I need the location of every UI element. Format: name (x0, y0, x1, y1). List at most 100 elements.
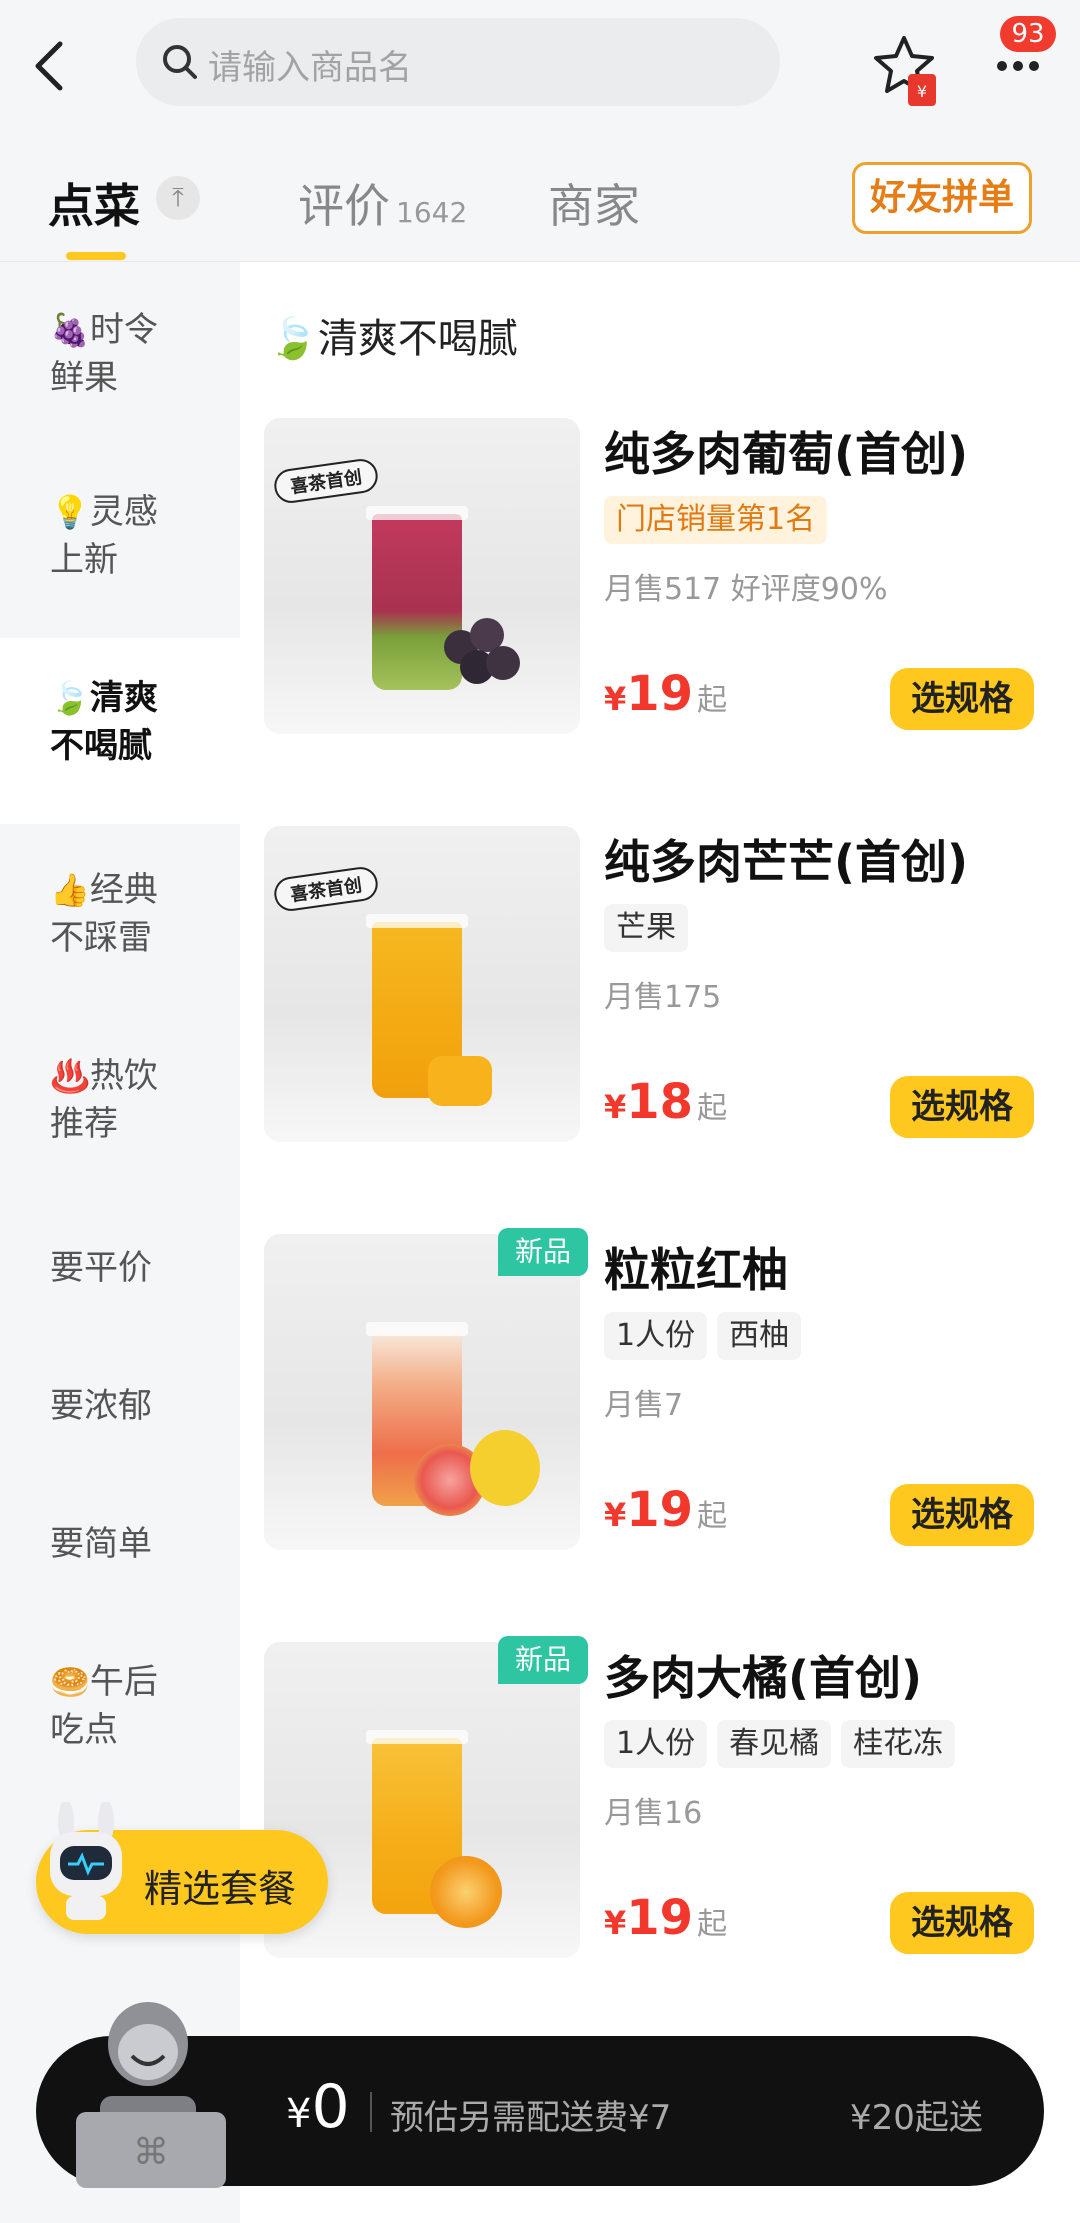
tab-order[interactable]: 点菜 (48, 170, 140, 236)
product-card[interactable]: 喜茶首创 纯多肉葡萄(首创) 门店销量第1名 月售517 好评度90% ¥19 起… (240, 418, 1080, 738)
sidebar-item-hot-drinks[interactable]: ♨️热饮 推荐 (0, 1052, 240, 1148)
product-tags: 芒果 (604, 904, 698, 952)
product-name: 粒粒红柚 (604, 1243, 788, 1297)
cart-total-value: 0 (311, 2072, 350, 2142)
sidebar-item-label: 经典 (89, 870, 158, 910)
sidebar-item-affordable[interactable]: 要平价 (0, 1244, 240, 1292)
grape (486, 646, 520, 680)
price-value: 19 (626, 666, 694, 722)
product-sales: 月售7 (604, 1388, 684, 1423)
product-card[interactable]: 新品 粒粒红柚 1人份 西柚 月售7 ¥19 起 选规格 (240, 1228, 1080, 1554)
message-count-badge: 93 (1000, 16, 1056, 52)
product-tag: 桂花冻 (841, 1720, 956, 1768)
sidebar-item-label: 推荐 (50, 1104, 118, 1144)
sidebar-item-label: 清爽 (89, 678, 158, 718)
sidebar-item-label: 灵感 (89, 492, 158, 532)
sidebar-item-new-ideas[interactable]: 💡灵感 上新 (0, 488, 240, 584)
grape-icon: 🍇 (50, 311, 90, 349)
sidebar-item-seasonal-fruit[interactable]: 🍇时令 鲜果 (0, 306, 240, 402)
sidebar-item-label: 要浓郁 (50, 1386, 152, 1426)
product-image[interactable]: 喜茶首创 (264, 418, 580, 734)
select-spec-button[interactable]: 选规格 (890, 1484, 1034, 1546)
price-currency: ¥ (604, 1088, 627, 1126)
product-image[interactable] (264, 1234, 580, 1550)
product-tag: 1人份 (604, 1312, 708, 1360)
sidebar-item-rich[interactable]: 要浓郁 (0, 1382, 240, 1430)
lightbulb-icon: 💡 (50, 493, 90, 531)
thumbs-up-icon: 👍 (50, 871, 90, 909)
back-arrow-icon[interactable] (24, 30, 74, 100)
origin-stamp: 喜茶首创 (272, 864, 380, 914)
product-card[interactable]: 新品 多肉大橘(首创) 1人份 春见橘 桂花冻 月售16 ¥19 起 选规格 (240, 1636, 1080, 1962)
sidebar-item-label: 要平价 (50, 1248, 152, 1288)
product-price: ¥19 起 (604, 1482, 727, 1538)
leaf-icon: 🍃 (268, 316, 318, 362)
tab-merchant[interactable]: 商家 (548, 170, 640, 236)
tab-merchant-label: 商家 (548, 179, 640, 233)
product-name: 多肉大橘(首创) (604, 1651, 923, 1705)
price-suffix: 起 (697, 683, 728, 718)
sidebar-item-afternoon-snack[interactable]: 🥯午后 吃点 (0, 1658, 240, 1754)
price-suffix: 起 (697, 1499, 728, 1534)
combo-set-button[interactable]: 精选套餐 (36, 1800, 328, 1934)
minimum-order: ¥20起送 (850, 2098, 983, 2138)
leaf-icon: 🍃 (50, 679, 90, 717)
pin-top-icon[interactable]: ⤒ (156, 176, 200, 220)
price-currency: ¥ (604, 680, 627, 718)
combo-label: 精选套餐 (144, 1867, 297, 1911)
price-value: 19 (626, 1482, 694, 1538)
select-spec-button[interactable]: 选规格 (890, 1892, 1034, 1954)
sidebar-item-label: 不喝腻 (50, 726, 152, 766)
tab-reviews-label: 评价 (298, 179, 390, 233)
price-currency: ¥ (604, 1904, 627, 1942)
product-image[interactable]: 喜茶首创 (264, 826, 580, 1142)
sidebar-item-simple[interactable]: 要简单 (0, 1520, 240, 1568)
cup-lid (366, 1730, 468, 1744)
top-bar: 请输入商品名 ¥ 93 (0, 0, 1080, 130)
pomelo (470, 1430, 540, 1506)
cart-total: ¥0 (286, 2072, 350, 2142)
origin-stamp: 喜茶首创 (272, 456, 380, 506)
hot-springs-icon: ♨️ (50, 1057, 90, 1095)
drink-cup (372, 514, 462, 690)
tab-bar: 点菜 ⤒ 评价 1642 商家 好友拼单 (0, 130, 1080, 262)
price-suffix: 起 (697, 1907, 728, 1942)
search-input[interactable]: 请输入商品名 (136, 18, 780, 106)
divider (370, 2092, 372, 2132)
category-heading: 🍃清爽不喝腻 (268, 306, 518, 364)
sidebar-item-refreshing[interactable]: 🍃清爽不喝腻 (0, 638, 240, 824)
delivery-fee-note: 预估另需配送费¥7 (390, 2098, 672, 2138)
sidebar-item-classic[interactable]: 👍经典 不踩雷 (0, 866, 240, 962)
sidebar-item-label: 时令 (89, 310, 158, 350)
svg-text:¥: ¥ (917, 82, 927, 101)
product-price: ¥19 起 (604, 1890, 727, 1946)
favorite-star-icon[interactable]: ¥ (872, 34, 942, 106)
svg-text:⌘: ⌘ (133, 2132, 169, 2173)
tab-reviews[interactable]: 评价 1642 (298, 170, 467, 236)
product-price: ¥19 起 (604, 666, 727, 722)
search-icon (160, 42, 200, 82)
product-sales: 月售175 (604, 980, 722, 1015)
product-tag: 西柚 (717, 1312, 802, 1360)
product-tag: 1人份 (604, 1720, 708, 1768)
select-spec-button[interactable]: 选规格 (890, 1076, 1034, 1138)
search-placeholder: 请输入商品名 (208, 48, 412, 88)
product-list: 🍃清爽不喝腻 喜茶首创 纯多肉葡萄(首创) 门店销量第1名 月售517 好评度9… (240, 262, 1080, 2223)
select-spec-button[interactable]: 选规格 (890, 668, 1034, 730)
sidebar-item-label: 午后 (89, 1662, 158, 1702)
price-value: 18 (626, 1074, 694, 1130)
product-tag: 春见橘 (717, 1720, 832, 1768)
product-name: 纯多肉芒芒(首创) (604, 835, 969, 889)
group-order-button[interactable]: 好友拼单 (852, 162, 1032, 234)
product-tags: 1人份 春见橘 桂花冻 (604, 1720, 965, 1768)
category-title: 清爽不喝腻 (317, 316, 518, 362)
product-tags: 门店销量第1名 (604, 496, 837, 544)
courier-mascot-icon[interactable]: ⌘ (60, 1992, 240, 2192)
bagel-icon: 🥯 (50, 1663, 90, 1701)
product-price: ¥18 起 (604, 1074, 727, 1130)
cart-currency: ¥ (286, 2091, 312, 2137)
product-tag: 芒果 (604, 904, 688, 952)
price-value: 19 (626, 1890, 694, 1946)
product-card[interactable]: 喜茶首创 纯多肉芒芒(首创) 芒果 月售175 ¥18 起 选规格 (240, 826, 1080, 1146)
product-sales: 月售16 (604, 1796, 703, 1831)
